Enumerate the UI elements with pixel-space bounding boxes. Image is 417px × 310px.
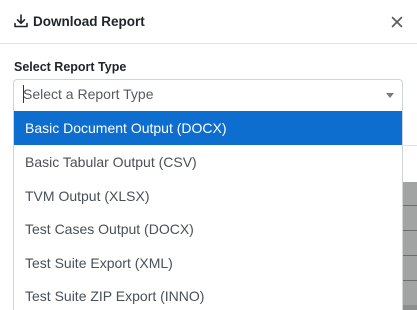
report-type-dropdown: Basic Document Output (DOCX) Basic Tabul…: [13, 111, 403, 310]
report-type-select[interactable]: Select a Report Type: [13, 79, 403, 111]
dropdown-option[interactable]: Basic Document Output (DOCX): [14, 111, 402, 145]
dropdown-option[interactable]: Test Cases Output (DOCX): [14, 212, 402, 246]
backdrop-cell: [403, 205, 417, 230]
backdrop-cell: [403, 280, 417, 305]
modal-title: Download Report: [33, 14, 145, 29]
backdrop-cell: [403, 255, 417, 280]
dropdown-option[interactable]: Test Suite ZIP Export (INNO): [14, 279, 402, 310]
backdrop-cell: [403, 180, 417, 205]
select-placeholder: Select a Report Type: [23, 86, 154, 102]
page-backdrop: [403, 180, 417, 310]
backdrop-cell: [403, 230, 417, 255]
modal-divider: [403, 145, 417, 146]
download-icon: [14, 14, 28, 28]
modal-header: Download Report: [0, 0, 417, 44]
dropdown-option[interactable]: TVM Output (XLSX): [14, 179, 402, 213]
dropdown-option[interactable]: Test Suite Export (XML): [14, 246, 402, 280]
caret-down-icon[interactable]: [386, 93, 394, 98]
dropdown-option[interactable]: Basic Tabular Output (CSV): [14, 145, 402, 179]
close-icon[interactable]: [389, 14, 405, 30]
report-type-label: Select Report Type: [14, 60, 127, 74]
